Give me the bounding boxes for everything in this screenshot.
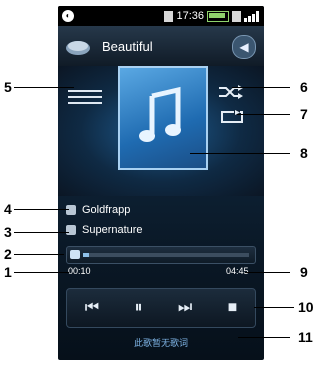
progress-bar[interactable] (66, 246, 256, 264)
next-button[interactable]: ⏭ (178, 299, 192, 317)
status-time: 17:36 (176, 10, 204, 22)
notification-icon: ◐ (62, 10, 74, 22)
menu-icon[interactable] (68, 90, 102, 106)
callout-10: 10 (298, 299, 314, 315)
total-time: 04:45 (226, 266, 249, 276)
callout-7: 7 (300, 106, 308, 122)
battery-icon (207, 10, 229, 22)
music-library-icon[interactable] (64, 36, 94, 56)
callout-8: 8 (300, 145, 308, 161)
callout-5: 5 (4, 79, 12, 95)
callout-6: 6 (300, 79, 308, 95)
progress-handle[interactable] (70, 250, 80, 259)
callout-9: 9 (300, 264, 308, 280)
elapsed-time: 00:10 (68, 266, 91, 276)
callout-2: 2 (4, 246, 12, 262)
phone-screen: ◐ 17:36 Beautiful ◀ Goldfrapp Supernatur… (58, 6, 264, 360)
progress-track (83, 253, 249, 257)
track-title: Beautiful (102, 38, 153, 54)
header-bar: Beautiful ◀ (58, 26, 264, 66)
progress-fill (83, 253, 89, 257)
sim-icon (164, 10, 174, 22)
status-bar: ◐ 17:36 (58, 6, 264, 26)
lyrics-text: 此歌暂无歌词 (133, 338, 188, 348)
artist-icon (66, 205, 76, 215)
callout-1: 1 (4, 264, 12, 280)
signal-icon (244, 10, 259, 22)
pause-button[interactable]: ⏸ (134, 299, 142, 317)
artist-row: Goldfrapp (66, 204, 130, 216)
back-button[interactable]: ◀ (232, 35, 256, 59)
stop-button[interactable]: ■ (228, 299, 238, 317)
album-icon (66, 225, 76, 235)
callout-4: 4 (4, 201, 12, 217)
transport-controls: ⏮ ⏸ ⏭ ■ (66, 288, 256, 328)
previous-button[interactable]: ⏮ (85, 299, 99, 317)
album-row: Supernature (66, 224, 143, 236)
callout-3: 3 (4, 224, 12, 240)
repeat-icon[interactable] (220, 110, 244, 124)
music-note-icon (139, 86, 181, 142)
album-name: Supernature (82, 224, 143, 236)
album-art (118, 66, 208, 170)
data-icon (232, 10, 241, 22)
callout-11: 11 (298, 329, 313, 345)
artist-name: Goldfrapp (82, 204, 131, 216)
